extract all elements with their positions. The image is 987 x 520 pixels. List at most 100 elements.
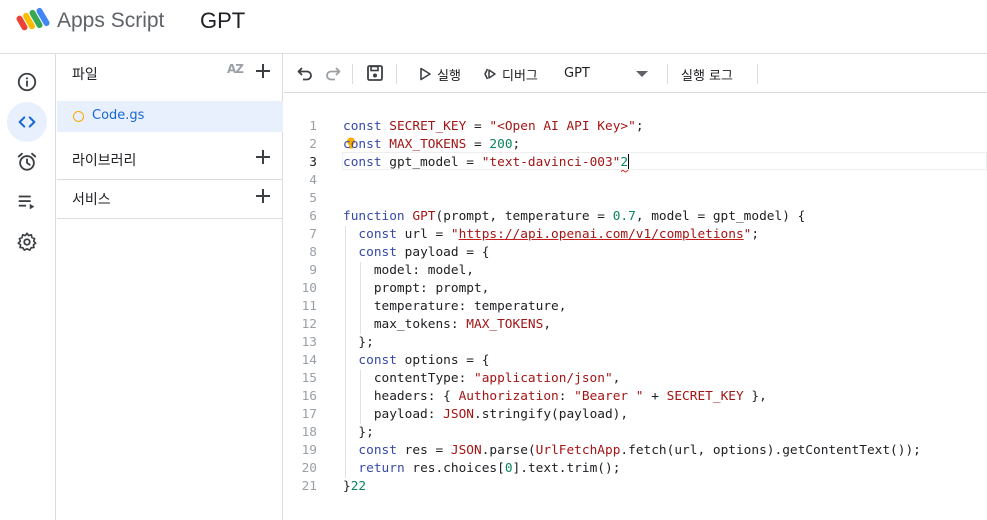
code-line[interactable]: 8 const payload = { bbox=[284, 244, 987, 262]
run-label: 실행 bbox=[437, 68, 461, 84]
code-line[interactable]: 10 prompt: prompt, bbox=[284, 280, 987, 298]
line-number: 2 bbox=[309, 137, 317, 152]
line-number: 1 bbox=[309, 119, 317, 134]
code-text: prompt: prompt, bbox=[343, 281, 490, 296]
code-text: contentType: "application/json", bbox=[343, 371, 621, 386]
code-line[interactable]: 19 const res = JSON.parse(UrlFetchApp.fe… bbox=[284, 442, 987, 460]
app-name[interactable]: Apps Script bbox=[57, 9, 164, 33]
code-line[interactable]: 16 headers: { Authorization: "Bearer " +… bbox=[284, 388, 987, 406]
line-number: 21 bbox=[301, 479, 317, 494]
line-number: 20 bbox=[301, 461, 317, 476]
code-text: temperature: temperature, bbox=[343, 299, 567, 314]
toolbar-separator bbox=[757, 64, 758, 84]
line-number: 10 bbox=[301, 281, 317, 296]
rail-overview-button[interactable] bbox=[7, 62, 47, 102]
rail-triggers-button[interactable] bbox=[7, 142, 47, 182]
line-number: 11 bbox=[301, 299, 317, 314]
debug-label: 디버그 bbox=[502, 68, 538, 84]
code-line[interactable]: 6 function GPT(prompt, temperature = 0.7,… bbox=[284, 208, 987, 226]
code-line[interactable]: 11 temperature: temperature, bbox=[284, 298, 987, 316]
libraries-section-header[interactable]: 라이브러리 bbox=[57, 140, 283, 179]
left-rail bbox=[0, 54, 56, 520]
run-button[interactable]: 실행 bbox=[417, 63, 461, 85]
line-number: 14 bbox=[301, 353, 317, 368]
line-number: 9 bbox=[309, 263, 317, 278]
project-name[interactable]: GPT bbox=[200, 8, 245, 34]
code-line[interactable]: 17 payload: JSON.stringify(payload), bbox=[284, 406, 987, 424]
code-text: const url = "https://api.openai.com/v1/c… bbox=[358, 227, 760, 242]
code-line[interactable]: 20 return res.choices[0].text.trim(); bbox=[284, 460, 987, 478]
rail-executions-button[interactable] bbox=[7, 182, 47, 222]
code-text: function GPT(prompt, temperature = 0.7, … bbox=[343, 209, 806, 224]
line-number: 4 bbox=[309, 173, 317, 188]
code-line[interactable]: 21 }22 bbox=[284, 478, 987, 496]
save-icon[interactable] bbox=[366, 64, 384, 82]
indent-guide bbox=[360, 262, 362, 334]
sort-az-icon[interactable]: AZ bbox=[227, 62, 244, 76]
unsaved-dot-icon bbox=[73, 111, 84, 122]
add-library-icon[interactable] bbox=[253, 147, 273, 167]
code-text: const payload = { bbox=[358, 245, 490, 260]
services-section-header[interactable]: 서비스 bbox=[57, 179, 283, 218]
line-number: 19 bbox=[301, 443, 317, 458]
toolbar-separator bbox=[396, 64, 397, 84]
top-bar: Apps Script GPT bbox=[0, 0, 987, 54]
code-line[interactable]: 18 }; bbox=[284, 424, 987, 442]
code-line[interactable]: 9 model: model, bbox=[284, 262, 987, 280]
code-text: }22 bbox=[343, 479, 367, 494]
code-icon bbox=[18, 116, 36, 128]
text-cursor bbox=[628, 154, 630, 169]
code-editor[interactable]: 1 const SECRET_KEY = "<Open AI API Key>";… bbox=[284, 94, 987, 520]
alarm-clock-icon bbox=[17, 152, 37, 171]
code-text: }; bbox=[343, 425, 374, 440]
code-line[interactable]: 13 }; bbox=[284, 334, 987, 352]
line-number: 5 bbox=[309, 191, 317, 206]
rail-settings-button[interactable] bbox=[7, 222, 47, 262]
code-line[interactable]: 7 const url = "https://api.openai.com/v1… bbox=[284, 226, 987, 244]
code-line[interactable]: 5 bbox=[284, 190, 987, 208]
code-text: }; bbox=[343, 335, 374, 350]
file-item-code-gs[interactable]: Code.gs bbox=[57, 101, 283, 132]
code-line[interactable]: 4 bbox=[284, 172, 987, 190]
code-text: const MAX_TOKENS = 200; bbox=[343, 137, 521, 152]
files-label: 파일 bbox=[72, 67, 98, 83]
line-number: 8 bbox=[309, 245, 317, 260]
redo-icon[interactable] bbox=[324, 64, 342, 82]
play-icon bbox=[420, 67, 431, 81]
code-text: const options = { bbox=[358, 353, 490, 368]
debug-button[interactable]: 디버그 bbox=[482, 63, 538, 85]
code-text: return res.choices[0].text.trim(); bbox=[358, 461, 621, 476]
add-file-icon[interactable] bbox=[253, 61, 273, 81]
line-number: 17 bbox=[301, 407, 317, 422]
code-line[interactable]: 1 const SECRET_KEY = "<Open AI API Key>"; bbox=[284, 118, 987, 136]
undo-icon[interactable] bbox=[296, 64, 314, 82]
code-text: headers: { Authorization: "Bearer " + SE… bbox=[343, 389, 767, 404]
line-number: 15 bbox=[301, 371, 317, 386]
line-number: 13 bbox=[301, 335, 317, 350]
execution-log-label: 실행 로그 bbox=[681, 68, 733, 84]
toolbar-separator bbox=[352, 64, 353, 84]
code-line[interactable]: 15 contentType: "application/json", bbox=[284, 370, 987, 388]
add-service-icon[interactable] bbox=[253, 186, 273, 206]
indent-guide bbox=[360, 370, 362, 424]
execution-log-button[interactable]: 실행 로그 bbox=[681, 63, 733, 85]
chevron-down-icon bbox=[636, 71, 648, 77]
line-number: 6 bbox=[309, 209, 317, 224]
apps-script-logo-icon[interactable] bbox=[16, 6, 50, 34]
line-number: 7 bbox=[309, 227, 317, 242]
line-number: 16 bbox=[301, 389, 317, 404]
files-panel: 파일 AZ Code.gs 라이브러리 서비스 bbox=[57, 54, 283, 520]
code-text: const res = JSON.parse(UrlFetchApp.fetch… bbox=[358, 443, 921, 458]
indent-guide bbox=[345, 226, 346, 478]
code-text: max_tokens: MAX_TOKENS, bbox=[343, 317, 552, 332]
code-line[interactable]: 3 const gpt_model = "text-davinci-003"2 bbox=[284, 154, 987, 172]
line-number: 18 bbox=[301, 425, 317, 440]
playlist-icon bbox=[18, 195, 35, 210]
function-select[interactable]: GPT bbox=[563, 63, 653, 85]
code-line[interactable]: 12 max_tokens: MAX_TOKENS, bbox=[284, 316, 987, 334]
services-label: 서비스 bbox=[72, 192, 111, 208]
code-line[interactable]: 14 const options = { bbox=[284, 352, 987, 370]
code-line[interactable]: 2 const MAX_TOKENS = 200; bbox=[284, 136, 987, 154]
rail-editor-button[interactable] bbox=[7, 102, 47, 142]
debug-icon bbox=[484, 68, 496, 80]
